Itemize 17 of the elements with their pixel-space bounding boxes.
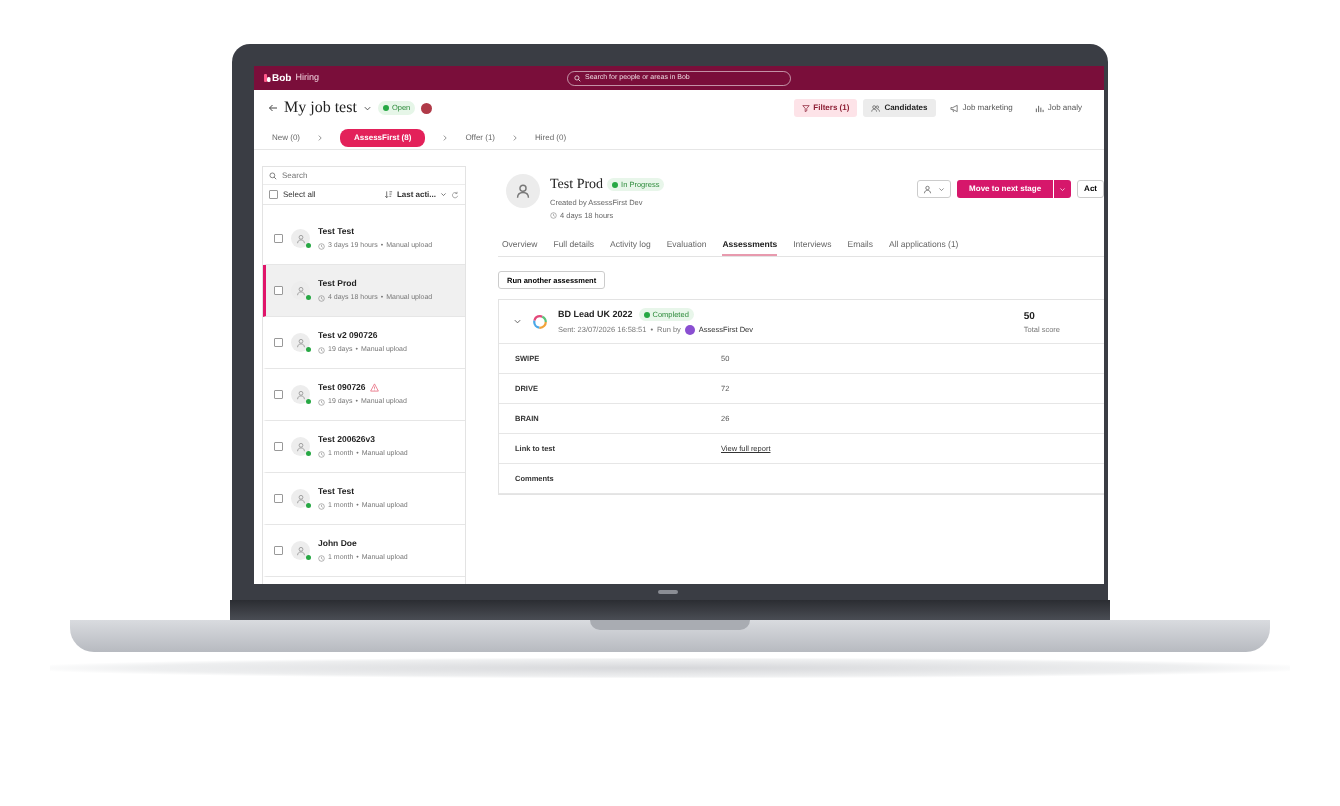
- avatar-icon: [684, 325, 695, 335]
- hinge-mark: [658, 590, 678, 594]
- checkbox[interactable]: [274, 546, 283, 555]
- checkbox[interactable]: [274, 442, 283, 451]
- checkbox[interactable]: [269, 190, 278, 199]
- job-title: My job test: [284, 97, 357, 120]
- checkbox[interactable]: [274, 338, 283, 347]
- checkbox[interactable]: [274, 234, 283, 243]
- assign-button[interactable]: [917, 180, 952, 198]
- checkbox[interactable]: [274, 494, 283, 503]
- checkbox[interactable]: [274, 286, 283, 295]
- checkbox[interactable]: [274, 390, 283, 399]
- person-icon: [515, 183, 531, 199]
- avatar-icon: [421, 102, 433, 114]
- dropdown-button[interactable]: [1054, 180, 1072, 198]
- logo-icon: [262, 73, 272, 83]
- ring-icon: [532, 313, 548, 330]
